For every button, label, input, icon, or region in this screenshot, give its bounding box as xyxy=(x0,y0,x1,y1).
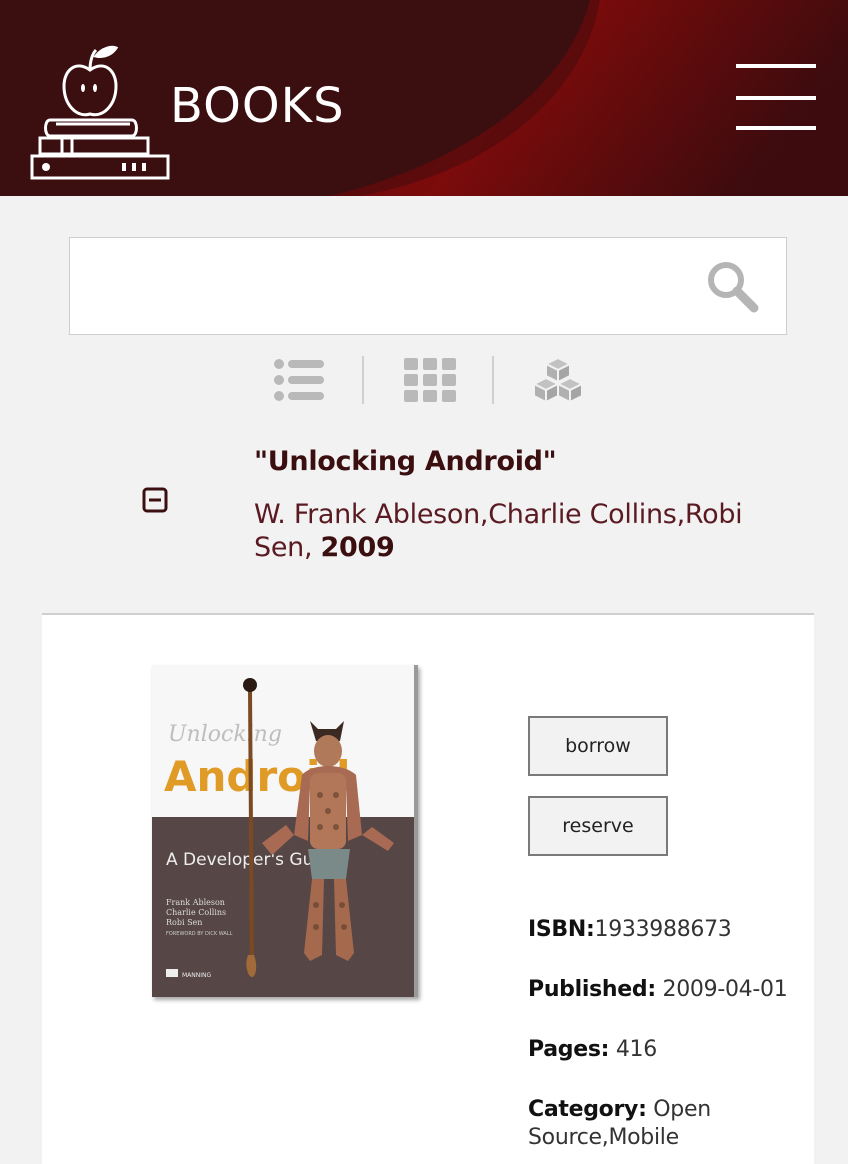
pages-label: Pages: xyxy=(528,1037,610,1062)
isbn-value: 1933988673 xyxy=(594,917,732,942)
cover-foreword: FOREWORD BY DICK WALL xyxy=(166,931,233,937)
category-row: Category: Open Source,Mobile xyxy=(528,1096,798,1152)
cover-author-2: Charlie Collins xyxy=(166,908,226,917)
published-label: Published: xyxy=(528,977,656,1002)
list-view-icon[interactable] xyxy=(272,354,328,406)
minus-square-icon[interactable] xyxy=(141,486,169,514)
borrow-button[interactable]: borrow xyxy=(528,716,668,776)
search-input[interactable] xyxy=(82,258,692,314)
toggle-separator xyxy=(492,356,494,404)
cover-title-line1: Unlocking xyxy=(168,722,282,747)
cover-author-1: Frank Ableson xyxy=(166,898,225,907)
grid-view-icon[interactable] xyxy=(402,354,458,406)
hamburger-menu-icon[interactable] xyxy=(734,64,818,132)
book-authors-line: W. Frank Ableson,Charlie Collins,Robi Se… xyxy=(254,498,774,564)
book-cover-image: Unlocking Android A Developer's Guide Fr… xyxy=(152,665,418,997)
isbn-label: ISBN: xyxy=(528,917,595,942)
published-row: Published: 2009-04-01 xyxy=(528,976,798,1004)
category-label: Category: xyxy=(528,1097,647,1122)
toggle-separator xyxy=(362,356,364,404)
search-box xyxy=(69,237,787,335)
app-header: BOOKS xyxy=(0,0,848,196)
cover-author-3: Robi Sen xyxy=(166,918,202,927)
reserve-button[interactable]: reserve xyxy=(528,796,668,856)
published-value: 2009-04-01 xyxy=(655,977,788,1002)
hamburger-line xyxy=(736,96,816,100)
hamburger-line xyxy=(736,64,816,68)
hamburger-line xyxy=(736,126,816,130)
brand-title[interactable]: BOOKS xyxy=(170,78,345,134)
search-icon[interactable] xyxy=(704,258,760,314)
book-year: 2009 xyxy=(320,532,395,563)
pages-value: 416 xyxy=(609,1037,657,1062)
cover-publisher: MANNING xyxy=(182,972,212,979)
apple-on-books-icon[interactable] xyxy=(28,42,174,184)
pages-row: Pages: 416 xyxy=(528,1036,798,1064)
isbn-row: ISBN:1933988673 xyxy=(528,916,798,944)
cubes-view-icon[interactable] xyxy=(530,354,586,406)
book-title[interactable]: "Unlocking Android" xyxy=(254,446,557,477)
